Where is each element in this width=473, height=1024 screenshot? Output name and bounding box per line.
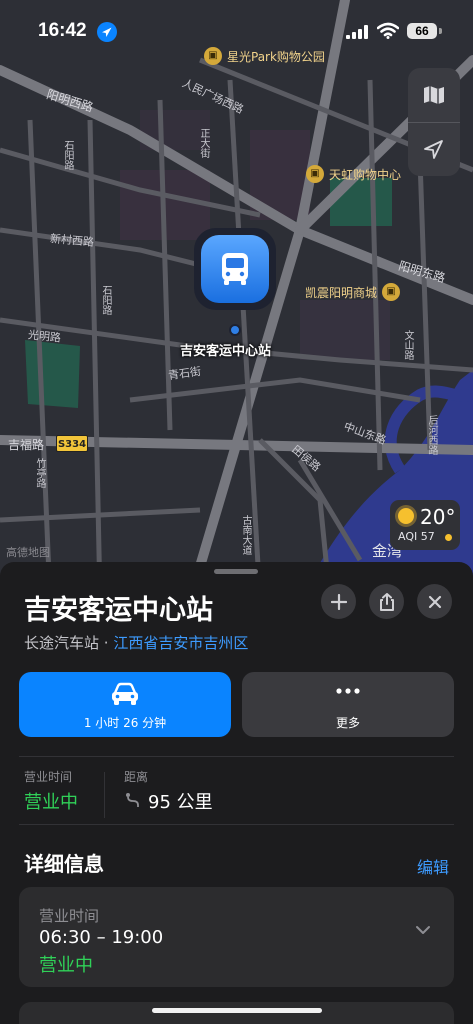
- map-view[interactable]: 16:42 66 阳明西路 人民广场西路 阳明东路 新村西路 光明路 吉福路 石…: [0, 0, 473, 600]
- car-icon: [112, 682, 138, 705]
- place-card-sheet: 吉安客运中心站 长途汽车站 · 江西省吉安市吉州区 1 小时 26 分钟 更多 …: [0, 562, 473, 1024]
- cellular-signal-icon: [346, 25, 368, 39]
- ellipsis-icon: [336, 688, 360, 694]
- chevron-down-icon: [416, 926, 430, 934]
- bus-icon: [222, 253, 248, 285]
- distance-label: 距离: [124, 770, 149, 784]
- pin-badge: [201, 235, 269, 303]
- shopping-bag-icon: ▣: [204, 47, 222, 65]
- map-icon: [424, 86, 444, 104]
- home-indicator[interactable]: [152, 1008, 322, 1013]
- edit-button[interactable]: 编辑: [417, 854, 449, 878]
- road-label: 文山路: [402, 330, 413, 360]
- place-title: 吉安客运中心站: [24, 595, 213, 626]
- share-button[interactable]: [369, 584, 404, 619]
- poi-label: 天虹购物中心: [329, 167, 402, 182]
- ellipsis-icon-wrap: [242, 688, 454, 694]
- drive-time-label: 1 小时 26 分钟: [83, 716, 167, 730]
- poi-marker[interactable]: ▣ 凯震阳明商城: [305, 283, 401, 301]
- road-label: 光明路: [27, 328, 62, 345]
- route-icon: [126, 793, 139, 807]
- road-label: 石阳路: [100, 285, 111, 315]
- status-time: 16:42: [38, 20, 87, 41]
- more-button[interactable]: 更多: [242, 672, 454, 737]
- place-location-link[interactable]: 江西省吉安市吉州区: [113, 634, 248, 652]
- map-controls: [408, 68, 460, 176]
- sun-icon: [398, 508, 414, 524]
- place-category: 长途汽车站 ·: [24, 634, 114, 652]
- highway-shield: S334: [56, 435, 88, 452]
- next-card: [19, 1002, 454, 1024]
- poi-marker[interactable]: ▣ 星光Park购物公园: [204, 47, 325, 65]
- road-label: 石阳路: [62, 140, 73, 170]
- car-icon-wrap: [19, 682, 231, 706]
- road-label: 吉福路: [8, 438, 45, 452]
- weather-widget[interactable]: 20° AQI 57: [390, 500, 460, 550]
- hours-card[interactable]: 营业时间 06:30 – 19:00 营业中: [19, 887, 454, 987]
- sheet-grabber[interactable]: [214, 569, 258, 574]
- place-subtitle: 长途汽车站 · 江西省吉安市吉州区: [24, 632, 248, 653]
- wifi-icon: [377, 22, 399, 39]
- divider: [104, 772, 105, 818]
- divider: [19, 756, 454, 757]
- poi-label: 星光Park购物公园: [227, 49, 325, 64]
- share-icon: [379, 592, 394, 611]
- hours-card-label: 营业时间: [39, 907, 100, 925]
- aqi-value: AQI 57: [398, 530, 435, 543]
- hours-label: 营业时间: [24, 770, 73, 784]
- close-icon: [428, 595, 441, 608]
- open-status: 营业中: [24, 792, 78, 813]
- distance-value: 95 公里: [148, 792, 213, 813]
- aqi-indicator: [445, 534, 452, 541]
- hours-card-status: 营业中: [39, 955, 93, 976]
- poi-marker[interactable]: ▣ 天虹购物中心: [306, 165, 401, 183]
- weather-temp: 20°: [420, 505, 456, 529]
- directions-drive-button[interactable]: 1 小时 26 分钟: [19, 672, 231, 737]
- add-button[interactable]: [321, 584, 356, 619]
- divider: [19, 824, 454, 825]
- location-services-icon: [97, 22, 117, 42]
- poi-label: 凯震阳明商城: [305, 285, 378, 300]
- pin-anchor-dot: [229, 324, 241, 336]
- road-label: 后河西路: [426, 415, 437, 455]
- plus-icon: [330, 593, 347, 610]
- pin-label: 吉安客运中心站: [180, 344, 272, 359]
- more-label: 更多: [335, 716, 360, 730]
- road-label: 竹亭路: [34, 458, 45, 488]
- map-provider-watermark: 高德地图: [6, 546, 50, 559]
- location-arrow-icon: [424, 140, 443, 159]
- details-heading: 详细信息: [24, 852, 104, 876]
- shopping-bag-icon: ▣: [382, 283, 401, 301]
- close-button[interactable]: [417, 584, 452, 619]
- road-label: 正大街: [198, 128, 209, 158]
- battery-level: 66: [407, 23, 437, 39]
- hours-range: 06:30 – 19:00: [39, 927, 164, 948]
- road-label: 古南大道: [240, 515, 251, 555]
- map-mode-button[interactable]: [408, 68, 460, 122]
- battery-icon: [439, 28, 442, 34]
- locate-button[interactable]: [408, 122, 460, 176]
- bus-station-pin[interactable]: [194, 228, 276, 310]
- shopping-bag-icon: ▣: [306, 165, 324, 183]
